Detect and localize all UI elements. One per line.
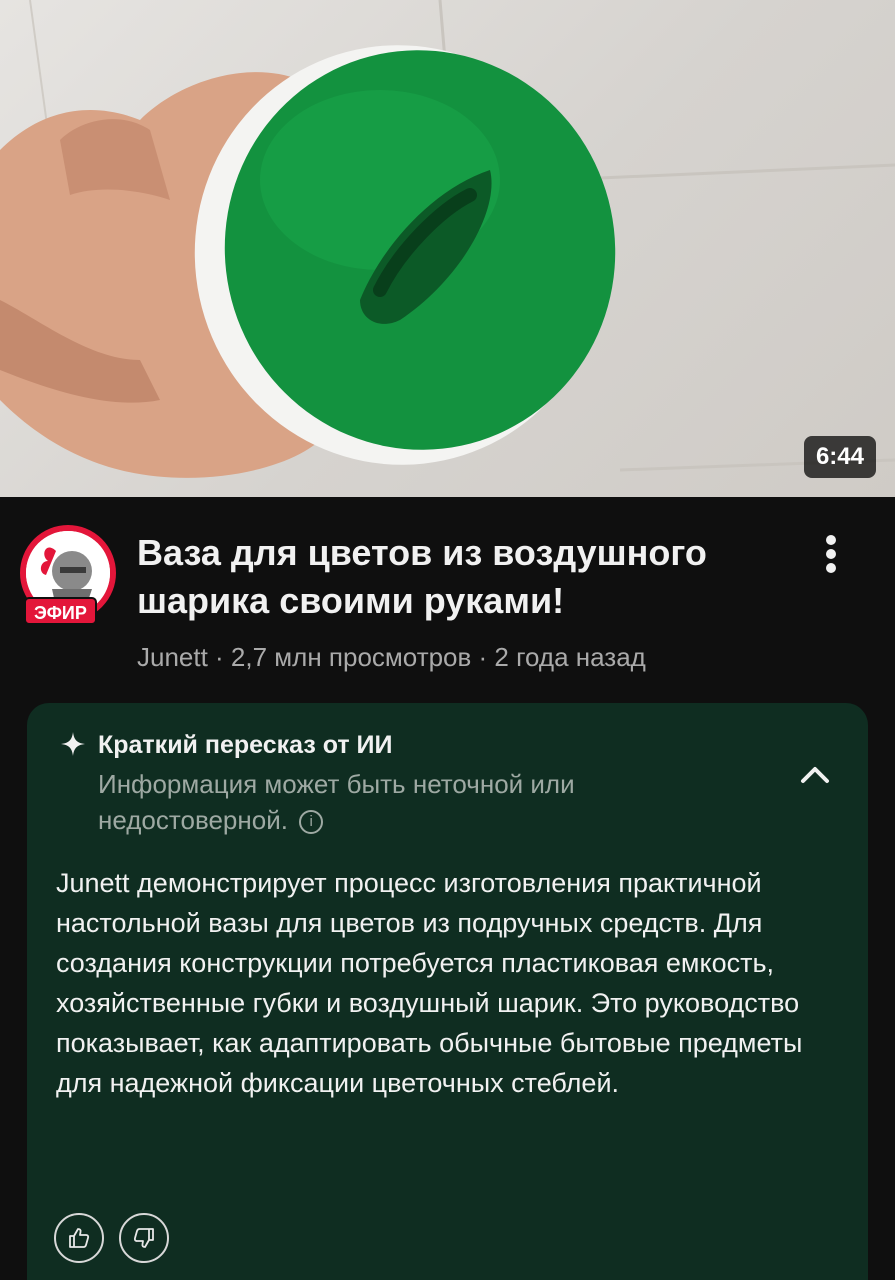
video-thumbnail[interactable]: 6:44	[0, 0, 895, 497]
chevron-up-icon[interactable]	[795, 755, 835, 795]
video-info: ЭФИР Ваза для цветов из воздушного шарик…	[0, 497, 895, 697]
video-meta[interactable]: Junett · 2,7 млн просмотров · 2 года наз…	[137, 641, 646, 673]
ai-summary-title: Краткий пересказ от ИИ	[98, 731, 393, 759]
video-duration: 6:44	[803, 436, 876, 478]
thumbnail-image	[0, 0, 895, 478]
like-button[interactable]	[54, 1213, 104, 1263]
ai-summary-card: Краткий пересказ от ИИ Информация может …	[27, 703, 868, 1280]
video-title[interactable]: Ваза для цветов из воздушного шарика сво…	[137, 529, 777, 625]
disclaimer-text: Информация может быть неточной или недос…	[98, 769, 575, 835]
info-icon[interactable]: i	[299, 810, 324, 835]
live-badge: ЭФИР	[24, 597, 97, 625]
ai-summary-disclaimer: Информация может быть неточной или недос…	[98, 766, 738, 838]
channel-avatar[interactable]: ЭФИР	[20, 525, 120, 625]
sparkle-icon	[61, 732, 85, 756]
thumbs-up-icon	[69, 1228, 90, 1248]
thumbs-down-icon	[133, 1228, 154, 1248]
ai-summary-text: Junett демонстрирует процесс изготовлени…	[56, 868, 803, 1098]
dislike-button[interactable]	[119, 1213, 169, 1263]
more-vert-icon[interactable]	[812, 531, 852, 575]
